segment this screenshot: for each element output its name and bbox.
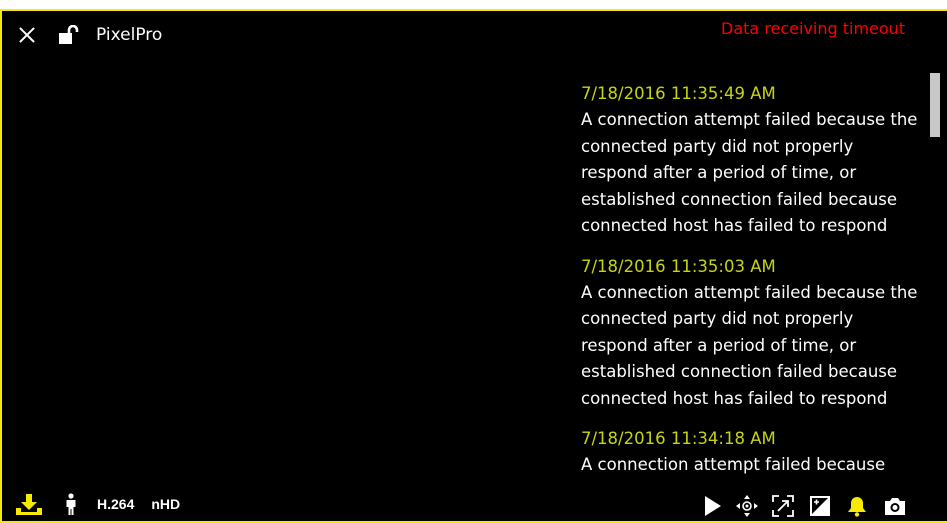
log-message: A connection attempt failed because the … [581, 110, 918, 235]
control-toolbar [703, 494, 907, 518]
status-message: Data receiving timeout [721, 19, 906, 38]
log-message: A connection attempt failed because [581, 455, 886, 474]
ptz-move-icon[interactable] [735, 494, 759, 518]
image-adjust-icon[interactable] [809, 495, 831, 517]
stream-info: H.264 nHD [16, 493, 180, 515]
codec-label: H.264 [97, 496, 135, 512]
download-icon[interactable] [16, 493, 42, 515]
camera-icon[interactable] [883, 495, 907, 517]
log-message: A connection attempt failed because the … [581, 282, 918, 408]
event-log[interactable]: 7/18/2016 11:35:49 AM A connection attem… [581, 81, 921, 481]
panel-header: PixelPro [18, 25, 162, 45]
resolution-label: nHD [151, 496, 181, 512]
log-entry: 7/18/2016 11:35:49 AM A connection attem… [581, 81, 921, 240]
close-icon[interactable] [18, 26, 36, 44]
log-timestamp: 7/18/2016 11:34:18 AM [581, 429, 776, 448]
log-entry: 7/18/2016 11:34:18 AM A connection attem… [581, 426, 921, 479]
play-icon[interactable] [703, 494, 723, 518]
alarm-bell-icon[interactable] [845, 494, 869, 518]
unlock-icon[interactable] [58, 25, 80, 45]
log-timestamp: 7/18/2016 11:35:03 AM [581, 256, 776, 276]
log-entry: 7/18/2016 11:35:03 AM A connection attem… [581, 254, 921, 413]
camera-title: PixelPro [96, 25, 163, 45]
log-scrollbar[interactable] [930, 73, 940, 137]
focus-icon[interactable] [771, 494, 795, 518]
video-panel: PixelPro Data receiving timeout 7/18/201… [0, 0, 947, 523]
log-timestamp: 7/18/2016 11:35:49 AM [581, 84, 776, 103]
person-icon[interactable] [64, 493, 78, 515]
